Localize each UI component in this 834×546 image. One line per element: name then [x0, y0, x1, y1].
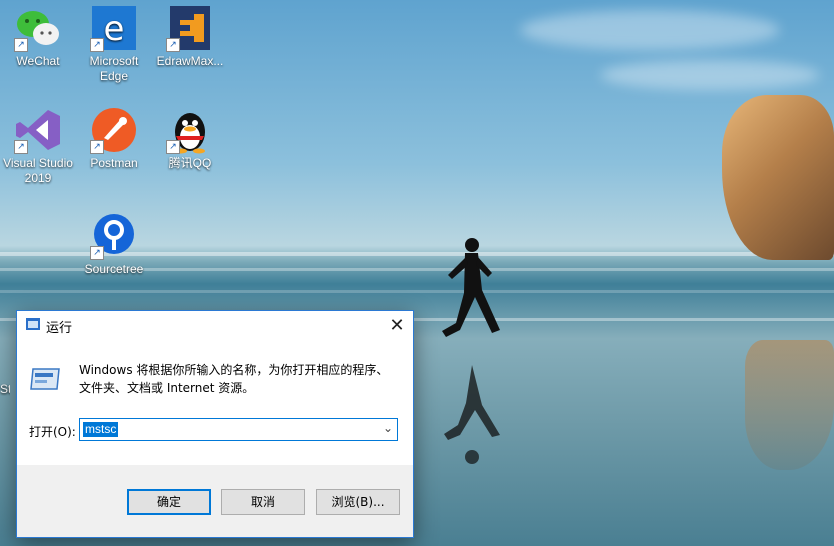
runner-silhouette — [442, 238, 500, 464]
chevron-down-icon[interactable]: ⌄ — [383, 421, 393, 435]
desktop-icon-label: Sourcetree — [84, 262, 144, 276]
edrawmax-icon: ↗ — [166, 4, 214, 52]
desktop-icon-label: WeChat — [16, 54, 60, 68]
desktop-icon-label: Postman — [90, 156, 138, 170]
sea-rock — [722, 95, 834, 260]
run-dialog: 运行 ✕ Windows 将根据你所输入的名称，为你打开相应的程序、文件夹、文档… — [16, 310, 414, 538]
desktop-icon-edrawmax[interactable]: ↗ EdrawMax... — [152, 4, 228, 69]
postman-icon: ↗ — [90, 106, 138, 154]
desktop-icon-microsoft-edge[interactable]: e ↗ Microsoft Edge — [76, 4, 152, 84]
run-dialog-footer: 确定 取消 浏览(B)... — [17, 465, 413, 537]
svg-text:e: e — [104, 9, 125, 49]
close-button[interactable]: ✕ — [381, 311, 413, 339]
desktop-icon-label: Visual Studio 2019 — [3, 156, 73, 185]
desktop-icon-wechat[interactable]: ↗ WeChat — [0, 4, 76, 69]
shortcut-arrow-icon: ↗ — [14, 140, 28, 154]
shortcut-arrow-icon: ↗ — [90, 246, 104, 260]
shortcut-arrow-icon: ↗ — [166, 38, 180, 52]
desktop-icon-sourcetree[interactable]: ↗ Sourcetree — [76, 212, 152, 277]
cloud — [520, 10, 780, 50]
run-app-icon — [26, 318, 40, 330]
cloud — [600, 60, 820, 90]
edge-icon: e ↗ — [90, 4, 138, 52]
run-dialog-body: Windows 将根据你所输入的名称，为你打开相应的程序、文件夹、文档或 Int… — [17, 339, 413, 465]
wave — [0, 290, 834, 293]
desktop-icon-visual-studio[interactable]: ↗ Visual Studio 2019 — [0, 106, 76, 186]
desktop-icon-label: 腾讯QQ — [168, 156, 212, 170]
desktop-icon-postman[interactable]: ↗ Postman — [76, 106, 152, 171]
open-input-value[interactable]: mstsc — [83, 422, 119, 437]
open-label: 打开(O): — [29, 425, 76, 439]
qq-icon: ↗ — [166, 106, 214, 154]
sea-rock-reflection — [745, 340, 834, 470]
browse-button[interactable]: 浏览(B)... — [316, 489, 400, 515]
dialog-description: Windows 将根据你所输入的名称，为你打开相应的程序、文件夹、文档或 Int… — [79, 363, 389, 395]
sourcetree-icon: ↗ — [90, 212, 138, 260]
open-combobox[interactable]: mstsc ⌄ — [79, 418, 398, 441]
dialog-title: 运行 — [46, 320, 73, 335]
visual-studio-icon: ↗ — [14, 106, 62, 154]
shortcut-arrow-icon: ↗ — [90, 140, 104, 154]
shortcut-arrow-icon: ↗ — [90, 38, 104, 52]
wechat-icon: ↗ — [14, 4, 62, 52]
desktop-icon-qq[interactable]: ↗ 腾讯QQ — [152, 106, 228, 171]
shortcut-arrow-icon: ↗ — [166, 140, 180, 154]
ok-button[interactable]: 确定 — [127, 489, 211, 515]
desktop-icon-label: EdrawMax... — [156, 54, 224, 68]
hidden-desktop-icon-label: St — [0, 382, 10, 396]
run-icon — [30, 368, 60, 390]
desktop-icon-label: Microsoft Edge — [89, 54, 139, 83]
run-dialog-titlebar[interactable]: 运行 ✕ — [17, 311, 413, 339]
cancel-button[interactable]: 取消 — [221, 489, 305, 515]
shortcut-arrow-icon: ↗ — [14, 38, 28, 52]
